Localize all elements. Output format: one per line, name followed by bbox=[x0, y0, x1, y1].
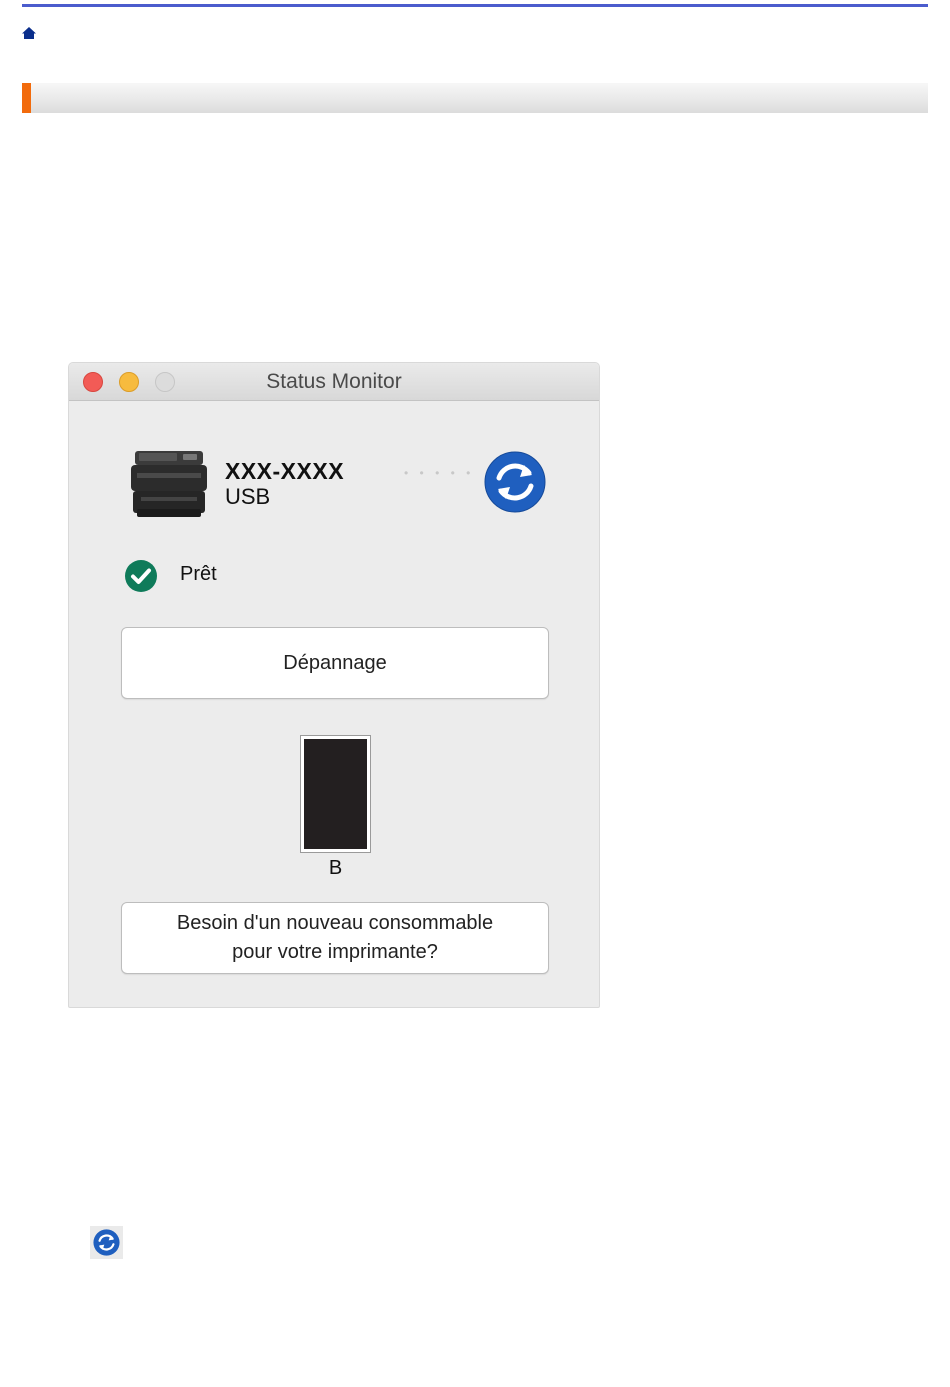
toner-level-gauge bbox=[300, 735, 371, 853]
home-icon[interactable] bbox=[21, 25, 37, 41]
toner-color-label: B bbox=[328, 857, 343, 879]
refresh-icon-small bbox=[90, 1226, 123, 1259]
troubleshoot-button[interactable]: Dépannage bbox=[121, 627, 549, 699]
section-heading-bar bbox=[22, 83, 928, 113]
order-supplies-button[interactable]: Besoin d'un nouveau consommable pour vot… bbox=[121, 902, 549, 974]
supplies-line-1: Besoin d'un nouveau consommable bbox=[176, 912, 494, 934]
toner-level-fill bbox=[304, 739, 367, 849]
printer-model: XXX-XXXX bbox=[225, 458, 345, 484]
status-text: Prêt bbox=[180, 563, 217, 585]
refresh-icon[interactable] bbox=[484, 451, 546, 513]
connection-dots: • • • • • bbox=[404, 466, 475, 480]
top-rule bbox=[22, 4, 928, 7]
connection-type: USB bbox=[225, 484, 271, 509]
title-bar: Status Monitor bbox=[69, 363, 599, 401]
status-monitor-window: Status Monitor XXX-XXXX USB • • • • • Pr… bbox=[68, 362, 600, 1008]
supplies-line-2: pour votre imprimante? bbox=[232, 941, 438, 963]
printer-icon bbox=[129, 447, 209, 521]
window-title: Status Monitor bbox=[266, 370, 402, 393]
section-accent bbox=[22, 83, 31, 113]
checkmark-circle-icon bbox=[124, 559, 158, 593]
